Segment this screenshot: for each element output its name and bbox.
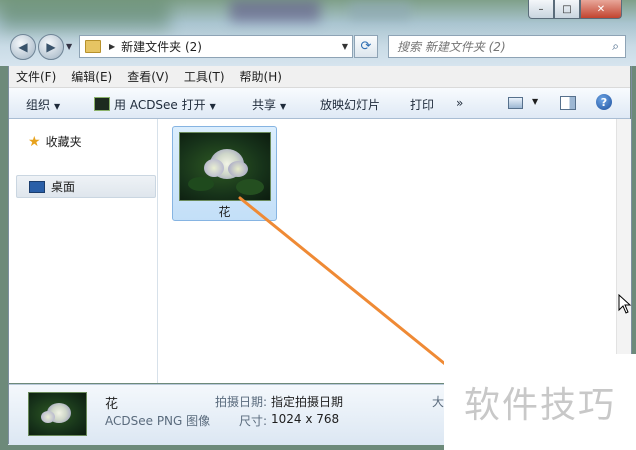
command-bar: 组织 ▼ 用 ACDSee 打开 ▼ 共享 ▼ 放映幻灯片 打印 » ▼ ?: [8, 88, 630, 119]
open-with-dropdown-icon: ▼: [209, 102, 216, 111]
refresh-button[interactable]: ⟳: [354, 35, 378, 58]
image-thumbnail: [179, 132, 271, 201]
share-label: 共享: [252, 98, 277, 112]
dimensions-value: 1024 x 768: [271, 412, 340, 426]
open-with-button[interactable]: 用 ACDSee 打开 ▼: [94, 96, 216, 113]
slideshow-button[interactable]: 放映幻灯片: [320, 96, 380, 113]
file-item[interactable]: 花: [172, 126, 277, 221]
open-with-label: 用 ACDSee 打开: [114, 98, 206, 112]
details-file-name: 花: [105, 397, 119, 412]
date-taken-label: 拍摄日期:: [215, 395, 268, 409]
menu-bar: 文件(F) 编辑(E) 查看(V) 工具(T) 帮助(H): [8, 66, 630, 88]
organize-button[interactable]: 组织 ▼: [26, 96, 60, 113]
organize-label: 组织: [26, 98, 51, 112]
close-button[interactable]: ✕: [580, 0, 622, 19]
details-file-type: ACDSee PNG 图像: [105, 414, 211, 428]
menu-edit[interactable]: 编辑(E): [63, 68, 119, 85]
file-name: 花: [218, 205, 231, 219]
sidebar-item-desktop[interactable]: 桌面: [16, 175, 156, 198]
view-dropdown-icon[interactable]: ▼: [532, 97, 538, 106]
address-path[interactable]: 新建文件夹 (2): [121, 38, 202, 55]
help-icon[interactable]: ?: [596, 94, 612, 110]
minimize-button[interactable]: –: [528, 0, 554, 19]
address-bar[interactable]: ▶ 新建文件夹 (2) ▼: [79, 35, 353, 58]
watermark-text: 软件技巧: [444, 354, 636, 450]
search-box[interactable]: ⌕: [388, 35, 626, 58]
forward-button[interactable]: ▶: [38, 34, 64, 60]
print-button[interactable]: 打印: [410, 96, 434, 113]
organize-dropdown-icon: ▼: [54, 102, 61, 111]
search-icon[interactable]: ⌕: [612, 39, 619, 54]
navigation-bar: ◀ ▶ ▼ ▶ 新建文件夹 (2) ▼ ⟳ ⌕: [0, 30, 636, 62]
back-button[interactable]: ◀: [10, 34, 36, 60]
search-input[interactable]: [395, 38, 599, 55]
details-thumbnail: [28, 392, 87, 436]
desktop-icon: [29, 180, 45, 193]
preview-pane-icon[interactable]: [560, 96, 576, 110]
menu-help[interactable]: 帮助(H): [232, 68, 289, 85]
size-label: 大: [432, 395, 445, 409]
sidebar-item-label: 收藏夹: [45, 135, 82, 149]
navigation-pane: ★ 收藏夹 桌面: [8, 119, 158, 383]
change-view-icon[interactable]: [508, 97, 523, 109]
sidebar-item-favorites[interactable]: ★ 收藏夹: [28, 133, 82, 150]
sidebar-item-label: 桌面: [51, 180, 76, 194]
file-list: 花: [158, 119, 630, 383]
menu-view[interactable]: 查看(V): [119, 68, 176, 85]
star-icon: ★: [28, 133, 41, 150]
date-taken-value[interactable]: 指定拍摄日期: [271, 393, 343, 410]
menu-file[interactable]: 文件(F): [8, 68, 63, 85]
share-button[interactable]: 共享 ▼: [252, 96, 286, 113]
address-dropdown-icon[interactable]: ▼: [342, 42, 348, 51]
history-dropdown-icon[interactable]: ▼: [66, 42, 72, 51]
vertical-scrollbar[interactable]: [616, 119, 631, 383]
share-dropdown-icon: ▼: [280, 102, 287, 111]
maximize-button[interactable]: □: [554, 0, 580, 19]
menu-tools[interactable]: 工具(T): [176, 68, 232, 85]
dimensions-label: 尺寸:: [239, 414, 268, 428]
folder-icon: [85, 40, 101, 53]
caption-buttons: – □ ✕: [528, 0, 622, 19]
acdsee-icon: [94, 97, 110, 111]
mouse-cursor-icon: [618, 294, 632, 314]
more-commands-button[interactable]: »: [456, 96, 463, 110]
breadcrumb-chevron-icon[interactable]: ▶: [109, 42, 115, 51]
